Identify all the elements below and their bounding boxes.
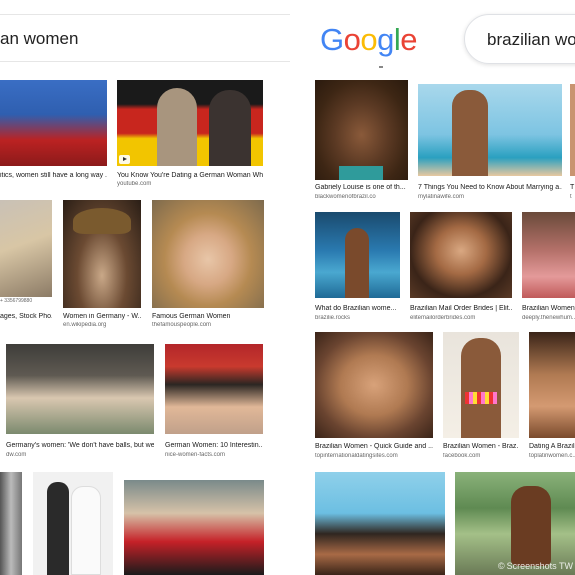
result-image[interactable]	[165, 344, 263, 434]
right-result-deeply[interactable]: Brazilian Women deeply.thenewhum...	[522, 212, 575, 324]
result-image[interactable]	[315, 212, 400, 298]
right-result-elite[interactable]: Brazilian Mail Order Brides | Elit... el…	[410, 212, 512, 324]
right-result-topinternational[interactable]: Brazilian Women - Quick Guide and ... to…	[315, 332, 433, 462]
result-title[interactable]: Brazilian Women	[522, 305, 575, 312]
left-result-athletes[interactable]	[124, 480, 264, 575]
result-image[interactable]	[410, 212, 512, 298]
result-source[interactable]: topinternationaldatingsites.com	[315, 453, 398, 459]
result-title[interactable]: 7 Things You Need to Know About Marrying…	[418, 184, 562, 191]
result-image[interactable]: Screenshots TW	[455, 472, 575, 575]
watermark: Screenshots TW	[498, 561, 573, 571]
result-image[interactable]	[315, 332, 433, 438]
result-image[interactable]	[152, 200, 264, 308]
result-title[interactable]: Brazilian Women - Quick Guide and ...	[315, 443, 433, 450]
left-result-dw[interactable]: Germany's women: 'We don't have balls, b…	[6, 344, 154, 462]
result-image[interactable]	[6, 344, 154, 434]
left-search-box[interactable]: an women	[0, 14, 290, 62]
result-source[interactable]: toplatinwomen.c...	[529, 453, 575, 459]
result-image[interactable]	[0, 200, 52, 297]
right-search-box[interactable]: brazilian wo	[464, 14, 575, 64]
result-title[interactable]: ages, Stock Pho...	[0, 313, 52, 320]
left-result-politicians[interactable]: itics, women still have a long way ...	[0, 80, 107, 190]
result-title[interactable]: T	[570, 184, 575, 191]
result-title[interactable]: Gabriely Louise is one of th...	[315, 184, 408, 191]
right-result-gabriely[interactable]: Gabriely Louise is one of th... blackwom…	[315, 80, 408, 205]
play-icon	[119, 155, 130, 164]
panel-divider	[290, 0, 304, 575]
left-result-famous[interactable]: Famous German Women thefamouspeople.com	[152, 200, 264, 330]
result-title[interactable]: Germany's women: 'We don't have balls, b…	[6, 442, 154, 449]
result-title[interactable]: Brazilian Women - Braz...	[443, 443, 519, 450]
result-title[interactable]: itics, women still have a long way ...	[0, 172, 107, 179]
result-source[interactable]: facebook.com	[443, 453, 480, 459]
left-result-couple[interactable]	[33, 472, 113, 575]
result-source[interactable]: mylatinawife.com	[418, 194, 464, 200]
result-image[interactable]	[529, 332, 575, 438]
logo-underline	[379, 66, 383, 68]
result-source[interactable]: en.wikipedia.org	[63, 322, 106, 328]
result-source[interactable]: thefamouspeople.com	[152, 322, 211, 328]
result-source[interactable]: youtube.com	[117, 181, 151, 187]
right-search-query[interactable]: brazilian wo	[487, 30, 575, 50]
left-result-facts[interactable]: German Women: 10 Interestin... nice-wome…	[165, 344, 263, 462]
result-title[interactable]: You Know You're Dating a German Woman Wh…	[117, 172, 263, 179]
result-title[interactable]: Dating A Brazilia...	[529, 443, 575, 450]
right-result-facebook[interactable]: Brazilian Women - Braz... facebook.com	[443, 332, 519, 462]
result-title[interactable]: German Women: 10 Interestin...	[165, 442, 263, 449]
result-image[interactable]	[522, 212, 575, 298]
right-result-outdoor[interactable]: Screenshots TW	[455, 472, 575, 575]
result-image[interactable]	[33, 472, 113, 575]
result-source[interactable]: brazilie.rocks	[315, 315, 350, 321]
right-result-cut[interactable]: T t	[570, 84, 575, 204]
result-image[interactable]	[124, 480, 264, 575]
result-image[interactable]	[0, 80, 107, 166]
result-image[interactable]	[418, 84, 562, 176]
right-result-mylatina[interactable]: 7 Things You Need to Know About Marrying…	[418, 84, 562, 204]
logo-letter: o	[343, 22, 361, 57]
left-result-bw[interactable]	[0, 472, 22, 575]
logo-letter: e	[400, 22, 418, 57]
left-result-youtube[interactable]: You Know You're Dating a German Woman Wh…	[117, 80, 263, 190]
result-image[interactable]	[117, 80, 263, 166]
result-image[interactable]	[0, 472, 22, 575]
result-image[interactable]	[315, 472, 445, 575]
right-result-smile[interactable]	[315, 472, 445, 575]
google-logo[interactable]: Google	[320, 22, 418, 58]
logo-letter: g	[377, 22, 394, 57]
result-source[interactable]: blackwomenofbrazil.co	[315, 194, 376, 200]
result-image[interactable]	[315, 80, 408, 180]
right-result-brazilie[interactable]: What do Brazilian wome... brazilie.rocks	[315, 212, 400, 324]
result-title[interactable]: Women in Germany - W...	[63, 313, 141, 320]
result-source[interactable]: nice-women-facts.com	[165, 452, 225, 458]
left-search-query[interactable]: an women	[0, 29, 78, 49]
right-results-panel: Google brazilian wo Gabriely Louise is o…	[304, 0, 575, 575]
result-image[interactable]	[63, 200, 141, 308]
result-source[interactable]: dw.com	[6, 452, 26, 458]
result-image[interactable]	[443, 332, 519, 438]
logo-letter: o	[360, 22, 378, 57]
result-source[interactable]: deeply.thenewhum...	[522, 315, 575, 321]
left-results-panel: an women itics, women still have a long …	[0, 0, 290, 575]
logo-letter: G	[320, 22, 344, 57]
result-caption: + 3356799880	[0, 298, 33, 304]
result-source[interactable]: elitemailorderbrides.com	[410, 315, 475, 321]
result-source[interactable]: t	[570, 194, 575, 200]
result-title[interactable]: What do Brazilian wome...	[315, 305, 400, 312]
right-result-toplatin[interactable]: Dating A Brazilia... toplatinwomen.c...	[529, 332, 575, 462]
result-title[interactable]: Brazilian Mail Order Brides | Elit...	[410, 305, 512, 312]
left-result-wikipedia[interactable]: Women in Germany - W... en.wikipedia.org	[63, 200, 141, 330]
left-result-stock[interactable]: + 3356799880 ages, Stock Pho...	[0, 200, 52, 325]
result-image[interactable]	[570, 84, 575, 176]
result-title[interactable]: Famous German Women	[152, 313, 264, 320]
